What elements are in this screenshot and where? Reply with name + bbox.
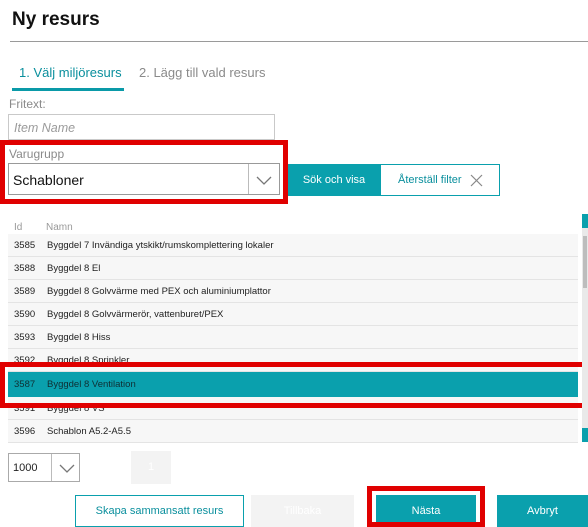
chevron-down-icon — [59, 464, 75, 473]
scroll-down-button[interactable] — [582, 428, 588, 442]
fritext-label: Fritext: — [9, 97, 46, 111]
table-row[interactable]: 3588 Byggdel 8 El — [8, 257, 578, 280]
create-combined-resource-button[interactable]: Skapa sammansatt resurs — [75, 495, 244, 527]
row-id: 3593 — [14, 332, 36, 343]
page-title: Ny resurs — [12, 9, 100, 30]
next-button[interactable]: Nästa — [376, 495, 476, 527]
back-button[interactable]: Tillbaka — [251, 495, 354, 527]
row-name: Byggdel 8 Ventilation — [47, 379, 136, 390]
cancel-button[interactable]: Avbryt — [497, 495, 588, 527]
page-number-button[interactable]: 1 — [131, 451, 171, 484]
table-row-selected[interactable]: 3587 Byggdel 8 Ventilation — [8, 372, 578, 397]
table-row[interactable]: 3590 Byggdel 8 Golvvärmerör, vattenburet… — [8, 303, 578, 326]
table-row[interactable]: 3596 Schablon A5.2-A5.5 — [8, 420, 578, 443]
fritext-placeholder: Item Name — [14, 121, 76, 135]
page-size-value: 1000 — [13, 462, 38, 474]
select-divider — [248, 164, 249, 194]
varugrupp-value: Schabloner — [13, 172, 84, 188]
tab-select-resource[interactable]: 1. Välj miljöresurs — [19, 65, 122, 80]
table-row[interactable]: 3592 Byggdel 8 Sprinkler — [8, 349, 578, 372]
column-header-name: Namn — [46, 222, 73, 233]
search-button[interactable]: Sök och visa — [288, 164, 380, 196]
page-size-select[interactable]: 1000 — [8, 453, 80, 482]
row-name: Byggdel 8 Hiss — [47, 332, 111, 343]
reset-filter-button[interactable]: Återställ filter — [380, 164, 500, 196]
table-row[interactable]: 3585 Byggdel 7 Invändiga ytskikt/rumskom… — [8, 234, 578, 257]
close-icon — [470, 174, 483, 187]
row-id: 3587 — [14, 379, 36, 390]
scrollbar-thumb[interactable] — [583, 236, 587, 288]
table-row[interactable]: 3589 Byggdel 8 Golvvärme med PEX och alu… — [8, 280, 578, 303]
row-name: Schablon A5.2-A5.5 — [47, 426, 131, 437]
tab-add-resource[interactable]: 2. Lägg till vald resurs — [139, 65, 265, 80]
column-header-id: Id — [14, 222, 23, 233]
select-divider — [51, 454, 52, 481]
fritext-input[interactable]: Item Name — [8, 114, 275, 140]
table-row[interactable]: 3591 Byggdel 8 VS — [8, 397, 578, 420]
row-id: 3591 — [14, 403, 36, 414]
row-name: Byggdel 8 Golvvärmerör, vattenburet/PEX — [47, 309, 224, 320]
row-name: Byggdel 8 Golvvärme med PEX och aluminiu… — [47, 286, 271, 297]
row-id: 3590 — [14, 309, 36, 320]
row-id: 3596 — [14, 426, 36, 437]
row-name: Byggdel 8 VS — [47, 403, 105, 414]
title-divider — [10, 41, 588, 42]
chevron-down-icon — [256, 176, 272, 185]
scroll-up-button[interactable] — [582, 214, 588, 228]
varugrupp-label: Varugrupp — [9, 147, 65, 161]
reset-filter-label: Återställ filter — [398, 174, 462, 186]
row-name: Byggdel 8 Sprinkler — [47, 355, 130, 366]
table-row[interactable]: 3593 Byggdel 8 Hiss — [8, 326, 578, 349]
row-id: 3592 — [14, 355, 36, 366]
active-tab-indicator — [12, 88, 124, 91]
row-name: Byggdel 7 Invändiga ytskikt/rumskomplett… — [47, 240, 274, 251]
row-id: 3589 — [14, 286, 36, 297]
row-name: Byggdel 8 El — [47, 263, 101, 274]
varugrupp-select[interactable]: Schabloner — [8, 163, 280, 195]
row-id: 3585 — [14, 240, 36, 251]
row-id: 3588 — [14, 263, 36, 274]
